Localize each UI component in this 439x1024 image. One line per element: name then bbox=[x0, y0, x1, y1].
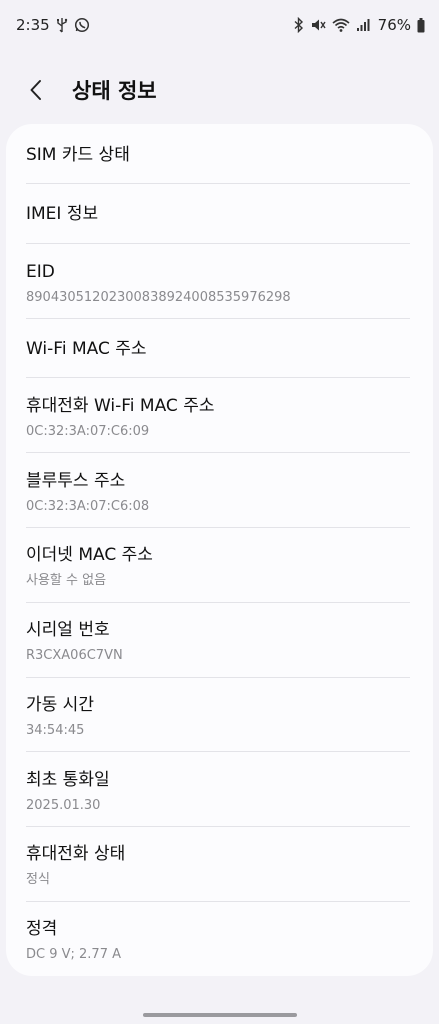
list-item-first-call-date[interactable]: 최초 통화일 2025.01.30 bbox=[26, 769, 413, 815]
divider bbox=[26, 826, 410, 827]
item-title: 가동 시간 bbox=[26, 695, 94, 715]
status-bar-left: 2:35 bbox=[16, 16, 90, 34]
item-title: 정격 bbox=[26, 919, 58, 939]
item-value: 사용할 수 없음 bbox=[26, 573, 107, 588]
item-title: 휴대전화 Wi-Fi MAC 주소 bbox=[26, 396, 215, 416]
item-title: 이더넷 MAC 주소 bbox=[26, 545, 153, 565]
list-item-phone-wifi-mac[interactable]: 휴대전화 Wi-Fi MAC 주소 0C:32:3A:07:C6:09 bbox=[26, 395, 413, 441]
item-title: 시리얼 번호 bbox=[26, 620, 110, 640]
item-value: R3CXA06C7VN bbox=[26, 648, 123, 663]
status-time: 2:35 bbox=[16, 16, 50, 34]
divider bbox=[26, 243, 410, 244]
divider bbox=[26, 527, 410, 528]
header: 상태 정보 bbox=[0, 62, 439, 118]
bluetooth-icon bbox=[294, 17, 304, 33]
item-value: DC 9 V; 2.77 A bbox=[26, 947, 121, 962]
divider bbox=[26, 377, 410, 378]
usb-icon bbox=[56, 17, 68, 33]
list-item-bluetooth-address[interactable]: 블루투스 주소 0C:32:3A:07:C6:08 bbox=[26, 470, 413, 516]
item-title: Wi-Fi MAC 주소 bbox=[26, 339, 147, 359]
item-value: 0C:32:3A:07:C6:09 bbox=[26, 424, 150, 439]
list-item-wifi-mac[interactable]: Wi-Fi MAC 주소 bbox=[26, 338, 413, 360]
divider bbox=[26, 677, 410, 678]
list-item-imei-info[interactable]: IMEI 정보 bbox=[26, 203, 413, 225]
item-value: 정식 bbox=[26, 872, 50, 887]
item-title: 블루투스 주소 bbox=[26, 471, 126, 491]
item-title: SIM 카드 상태 bbox=[26, 145, 130, 165]
item-value: 0C:32:3A:07:C6:08 bbox=[26, 499, 150, 514]
item-title: IMEI 정보 bbox=[26, 204, 99, 224]
status-info-list: SIM 카드 상태 IMEI 정보 EID 890430512023008389… bbox=[6, 124, 433, 976]
list-item-rating[interactable]: 정격 DC 9 V; 2.77 A bbox=[26, 918, 413, 964]
item-value: 2025.01.30 bbox=[26, 798, 101, 813]
item-title: 최초 통화일 bbox=[26, 770, 110, 790]
battery-icon bbox=[417, 17, 425, 33]
back-button[interactable] bbox=[14, 68, 58, 112]
divider bbox=[26, 318, 410, 319]
divider bbox=[26, 602, 410, 603]
item-value: 89043051202300838924008535976298 bbox=[26, 290, 291, 305]
battery-percent: 76% bbox=[377, 16, 411, 34]
divider bbox=[26, 183, 410, 184]
list-item-uptime[interactable]: 가동 시간 34:54:45 bbox=[26, 694, 413, 740]
item-title: 휴대전화 상태 bbox=[26, 844, 126, 864]
status-bar-right: 76% bbox=[294, 16, 425, 34]
list-item-sim-card-status[interactable]: SIM 카드 상태 bbox=[26, 144, 413, 166]
list-item-ethernet-mac[interactable]: 이더넷 MAC 주소 사용할 수 없음 bbox=[26, 544, 413, 590]
mute-icon bbox=[310, 17, 326, 33]
list-item-eid[interactable]: EID 89043051202300838924008535976298 bbox=[26, 261, 413, 307]
divider bbox=[26, 901, 410, 902]
back-arrow-icon bbox=[30, 80, 41, 100]
item-title: EID bbox=[26, 262, 55, 282]
list-item-phone-status[interactable]: 휴대전화 상태 정식 bbox=[26, 843, 413, 889]
item-value: 34:54:45 bbox=[26, 723, 85, 738]
status-bar: 2:35 76% bbox=[0, 0, 439, 50]
whatsapp-icon bbox=[74, 17, 90, 33]
page-title: 상태 정보 bbox=[72, 79, 157, 103]
divider bbox=[26, 452, 410, 453]
home-indicator[interactable] bbox=[143, 1013, 297, 1017]
signal-icon bbox=[356, 18, 370, 32]
wifi-icon bbox=[332, 17, 350, 33]
list-item-serial-number[interactable]: 시리얼 번호 R3CXA06C7VN bbox=[26, 619, 413, 665]
divider bbox=[26, 751, 410, 752]
